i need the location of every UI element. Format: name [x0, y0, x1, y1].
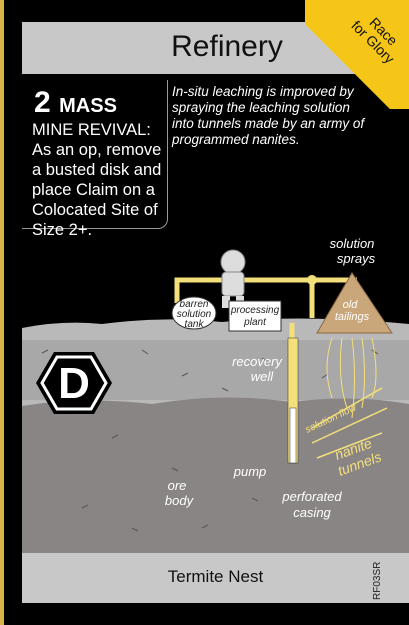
leaching-diagram: D old tailings barren solution tank proc… [22, 236, 409, 553]
svg-text:well: well [251, 369, 275, 384]
svg-text:sprays: sprays [337, 251, 376, 266]
svg-text:tank: tank [185, 319, 205, 330]
svg-text:processing: processing [230, 305, 280, 316]
card-edge [0, 0, 4, 625]
svg-text:old: old [343, 299, 359, 311]
svg-text:recovery: recovery [232, 354, 283, 369]
svg-text:pump: pump [233, 464, 267, 479]
ability-text: MINE REVIVAL: As an op, remove a busted … [32, 121, 162, 239]
card-code: RF03SR [372, 561, 383, 600]
svg-text:tailings: tailings [335, 311, 370, 323]
svg-text:casing: casing [293, 505, 331, 520]
svg-text:ore: ore [168, 478, 187, 493]
game-card[interactable]: Refinery Race for Glory 2 MASS MINE REVIV… [0, 0, 409, 625]
card-subtitle: Termite Nest [167, 567, 264, 586]
pipe-joint [307, 275, 317, 285]
mass-value: 2 [34, 86, 51, 119]
mass-label: MASS [59, 95, 117, 117]
mass-stat: 2 MASS [34, 86, 117, 120]
astronaut-figure [220, 249, 246, 308]
flavor-text: In-situ leaching is improved by spraying… [172, 84, 365, 147]
svg-text:solution: solution [330, 236, 375, 251]
ore-body [22, 397, 409, 553]
svg-text:body: body [165, 493, 195, 508]
svg-text:plant: plant [243, 317, 267, 328]
badge-letter: D [58, 359, 90, 408]
svg-text:perforated: perforated [281, 489, 342, 504]
